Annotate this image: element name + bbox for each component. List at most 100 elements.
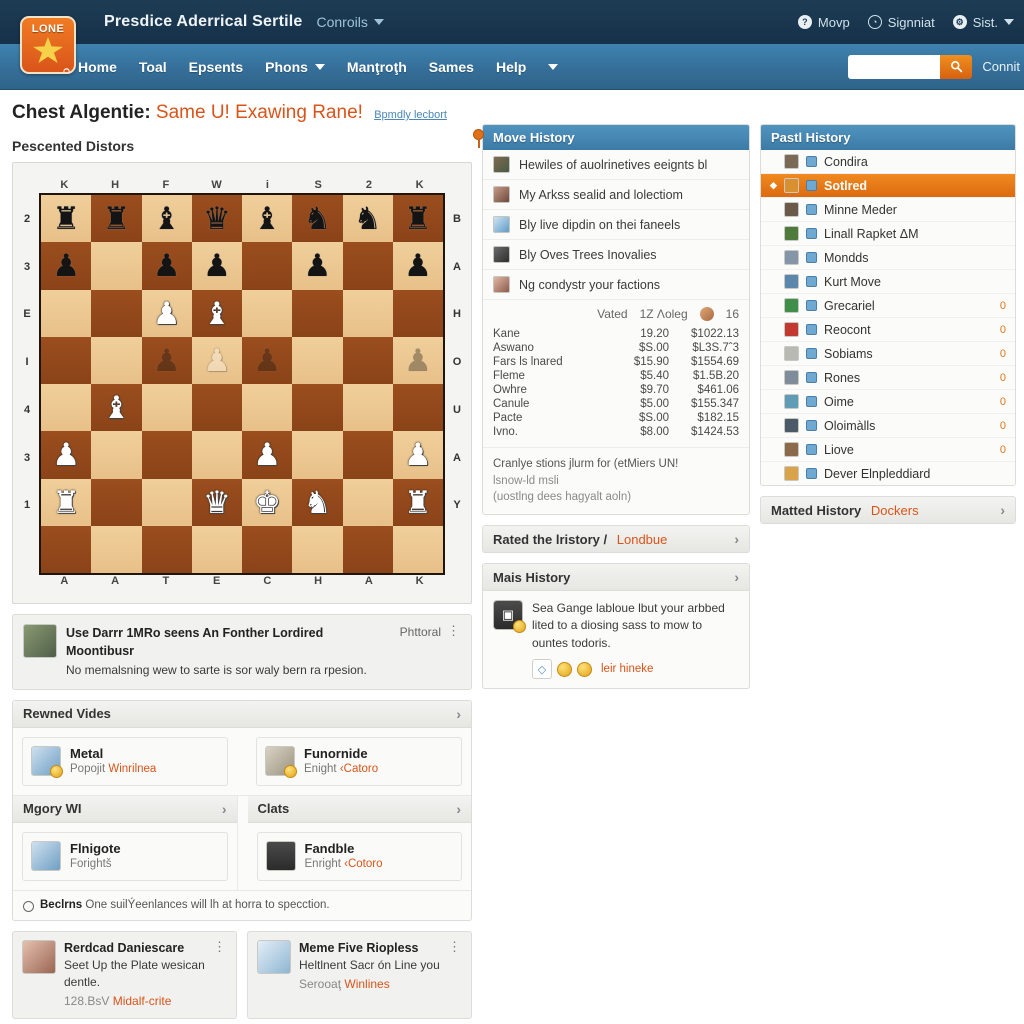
page-title-link[interactable]: Bpmdly lecbort — [374, 109, 447, 121]
list-item[interactable]: Fandble Enright ‹Cotoro — [256, 831, 462, 881]
black-rook-icon[interactable]: ♜ — [52, 203, 80, 234]
topbar-help-item[interactable]: ? Movp — [797, 15, 850, 30]
board-square[interactable] — [141, 384, 192, 432]
black-pawn-icon[interactable]: ♟ — [253, 345, 281, 376]
board-square[interactable] — [292, 336, 343, 384]
board-square[interactable] — [342, 525, 393, 573]
black-pawn-icon[interactable]: ♟ — [404, 250, 432, 281]
nav-item-manroth[interactable]: Manţroţh — [347, 59, 407, 75]
board-square[interactable]: ♛ — [191, 478, 242, 526]
white-knight-icon[interactable]: ♞ — [303, 487, 331, 518]
black-pawn-icon[interactable]: ♟ — [153, 345, 181, 376]
chessboard[interactable]: ♜ ♜ ♝ ♛ ♝ ♞ ♞ ♜ ♟ ♟ ♟ ♟ ♟ ♟ ♝ ♟ ♟ ♟ ♟ ♝ ♟ ♟ ♟ ♜ ♛ ♚ ♞ ♜ — [39, 193, 445, 575]
kebab-menu-icon[interactable]: ⋮ — [448, 940, 462, 953]
rated-history-panel[interactable]: Rated the lristory / Londbue › — [482, 525, 750, 554]
topbar-signin-item[interactable]: ◔ Signniat — [867, 15, 935, 30]
sidebar-item-10[interactable]: Oime 0 — [761, 390, 1015, 414]
rewned-vides-header[interactable]: Rewned Vides › — [13, 700, 471, 728]
board-square[interactable]: ♝ — [91, 384, 142, 432]
board-square[interactable] — [292, 289, 343, 337]
nav-item-epsents[interactable]: Epsents — [189, 59, 243, 75]
board-square[interactable] — [191, 431, 242, 479]
kebab-menu-icon[interactable]: ⋮ — [213, 940, 227, 953]
board-square[interactable]: ♜ — [41, 195, 92, 243]
board-square[interactable]: ♝ — [141, 195, 192, 243]
board-square[interactable] — [342, 242, 393, 290]
board-square[interactable] — [141, 478, 192, 526]
nav-item-phons[interactable]: Phons — [265, 59, 325, 75]
kebab-menu-icon[interactable]: ⋮ — [447, 624, 461, 637]
board-square[interactable]: ♟ — [392, 242, 443, 290]
black-pawn-icon[interactable]: ♟ — [303, 250, 331, 281]
sidebar-item-0[interactable]: Condira — [761, 150, 1015, 174]
board-square[interactable]: ♜ — [392, 195, 443, 243]
board-square[interactable]: ♟ — [41, 242, 92, 290]
sidebar-item-11[interactable]: Oloimàlls 0 — [761, 414, 1015, 438]
board-square[interactable] — [91, 242, 142, 290]
board-square[interactable] — [392, 384, 443, 432]
board-square[interactable] — [292, 525, 343, 573]
board-square[interactable]: ♟ — [41, 431, 92, 479]
chevron-right-icon[interactable]: › — [456, 801, 461, 817]
board-square[interactable] — [292, 384, 343, 432]
sidebar-item-7[interactable]: Reocont 0 — [761, 318, 1015, 342]
bottom-card[interactable]: Rerdcad Daniescare ⋮ Seet Up the Plate w… — [12, 930, 237, 1019]
board-square[interactable] — [191, 384, 242, 432]
board-square[interactable] — [91, 289, 142, 337]
list-item[interactable]: Bly live dipdin on thei faneels — [483, 210, 749, 240]
board-square[interactable]: ♟ — [292, 242, 343, 290]
nav-item-sames[interactable]: Sames — [429, 59, 474, 75]
black-pawn-icon[interactable]: ♟ — [153, 250, 181, 281]
matted-history-panel[interactable]: Matted History Dockers › — [760, 496, 1016, 524]
board-square[interactable]: ♟ — [191, 242, 242, 290]
board-square[interactable] — [41, 336, 92, 384]
nav-item-home[interactable]: Home — [78, 59, 117, 75]
sidebar-item-4[interactable]: Mondds — [761, 246, 1015, 270]
board-square[interactable] — [41, 525, 92, 573]
chevron-right-icon[interactable]: › — [456, 706, 461, 722]
black-bishop-icon[interactable]: ♝ — [253, 203, 281, 234]
black-pawn-icon[interactable]: ♟ — [52, 250, 80, 281]
sidebar-item-8[interactable]: Sobiams 0 — [761, 342, 1015, 366]
nav-item-more[interactable] — [548, 63, 559, 70]
chevron-right-icon[interactable]: › — [222, 801, 227, 817]
black-bishop-icon[interactable]: ♝ — [153, 203, 181, 234]
connect-link[interactable]: Connit — [982, 59, 1020, 74]
black-knight-icon[interactable]: ♞ — [354, 203, 382, 234]
list-item[interactable]: Ng condystr your factions — [483, 270, 749, 300]
board-square[interactable] — [191, 525, 242, 573]
board-square[interactable]: ♟ — [141, 242, 192, 290]
sidebar-item-9[interactable]: Rones 0 — [761, 366, 1015, 390]
white-pawn-icon[interactable]: ♟ — [52, 439, 80, 470]
white-pawn-icon[interactable]: ♟ — [153, 298, 181, 329]
list-item[interactable]: Funornide Enight ‹Catoro — [256, 736, 462, 786]
sidebar-item-6[interactable]: Grecariel 0 — [761, 294, 1015, 318]
board-square[interactable] — [242, 289, 293, 337]
board-square[interactable] — [392, 289, 443, 337]
mais-history-header[interactable]: Mais History › — [483, 564, 749, 592]
list-item[interactable]: Flnigote Forightš — [22, 831, 228, 881]
board-square[interactable]: ♚ — [242, 478, 293, 526]
mgory-wi-header[interactable]: Mgory WI › — [13, 795, 237, 823]
sidebar-item-12[interactable]: Liove 0 — [761, 438, 1015, 462]
board-square[interactable] — [342, 478, 393, 526]
list-item[interactable]: Metal Popojit Winrilnea — [22, 736, 228, 786]
board-square[interactable] — [91, 525, 142, 573]
black-pawn-icon[interactable]: ♟ — [404, 345, 432, 376]
board-square[interactable] — [342, 431, 393, 479]
board-square[interactable] — [41, 289, 92, 337]
sidebar-item-2[interactable]: Minne Meder — [761, 198, 1015, 222]
sidebar-item-1[interactable]: ◆ Sotlred — [761, 174, 1015, 198]
black-queen-icon[interactable]: ♛ — [203, 203, 231, 234]
matted-history-header[interactable]: Matted History Dockers › — [761, 497, 1015, 523]
board-square[interactable]: ♟ — [191, 336, 242, 384]
sidebar-item-3[interactable]: Linall Rapket ΔM — [761, 222, 1015, 246]
promo-link[interactable]: leir hineke — [601, 663, 653, 675]
board-square[interactable]: ♞ — [292, 195, 343, 243]
board-square[interactable] — [242, 384, 293, 432]
board-square[interactable]: ♞ — [292, 478, 343, 526]
board-square[interactable]: ♞ — [342, 195, 393, 243]
board-square[interactable] — [342, 384, 393, 432]
board-square[interactable] — [242, 525, 293, 573]
board-square[interactable] — [41, 384, 92, 432]
